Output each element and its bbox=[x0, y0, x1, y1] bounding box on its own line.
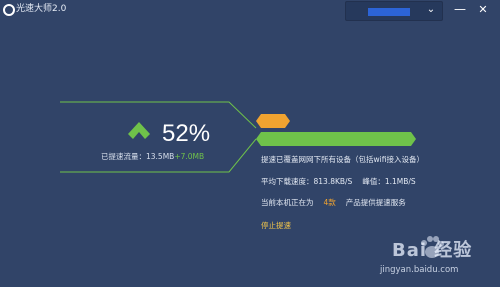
green-bar bbox=[256, 132, 416, 146]
watermark-url: jingyan.baidu.com bbox=[380, 265, 459, 275]
traffic-summary: 已提速流量：13.5MB+7.0MB bbox=[101, 151, 204, 162]
watermark-brand: Bai 经验 bbox=[392, 240, 473, 261]
boost-info: 当前本机正在为 4款 产品提供提速服务 bbox=[261, 197, 406, 208]
coverage-info: 提速已覆盖网网下所有设备（包括wifi接入设备） bbox=[261, 155, 424, 164]
speed-info: 平均下载速度：813.8KB/S 峰值：1.1MB/S bbox=[261, 176, 416, 187]
app-title: 光速大师2.0 bbox=[16, 4, 67, 14]
orange-bar bbox=[256, 114, 290, 128]
traffic-delta: +7.0MB bbox=[174, 152, 205, 161]
up-arrow-icon bbox=[128, 122, 150, 139]
upper-connector-line bbox=[60, 101, 257, 129]
chevron-down-icon[interactable]: ⌄ bbox=[424, 3, 438, 17]
title-bar: 光速大师2.0 ⌄ — ✕ bbox=[0, 0, 500, 21]
boost-suffix: 产品提供提速服务 bbox=[345, 198, 406, 207]
app-window: 光速大师2.0 ⌄ — ✕ 52% 已提速流量：13.5MB+7.0MB 提速已… bbox=[0, 0, 500, 287]
boost-prefix: 当前本机正在为 bbox=[261, 198, 314, 207]
app-logo-icon bbox=[3, 4, 15, 16]
peak-speed: 峰值：1.1MB/S bbox=[362, 177, 416, 186]
traffic-label: 已提速流量：13.5MB bbox=[101, 152, 175, 161]
account-highlight bbox=[368, 8, 410, 16]
minimize-icon[interactable]: — bbox=[452, 3, 468, 17]
close-icon[interactable]: ✕ bbox=[475, 3, 491, 17]
stop-boost-link[interactable]: 停止提速 bbox=[261, 220, 291, 231]
speed-percent: 52% bbox=[162, 120, 211, 147]
boost-count: 4款 bbox=[323, 198, 336, 207]
avg-speed: 平均下载速度：813.8KB/S bbox=[261, 177, 353, 186]
